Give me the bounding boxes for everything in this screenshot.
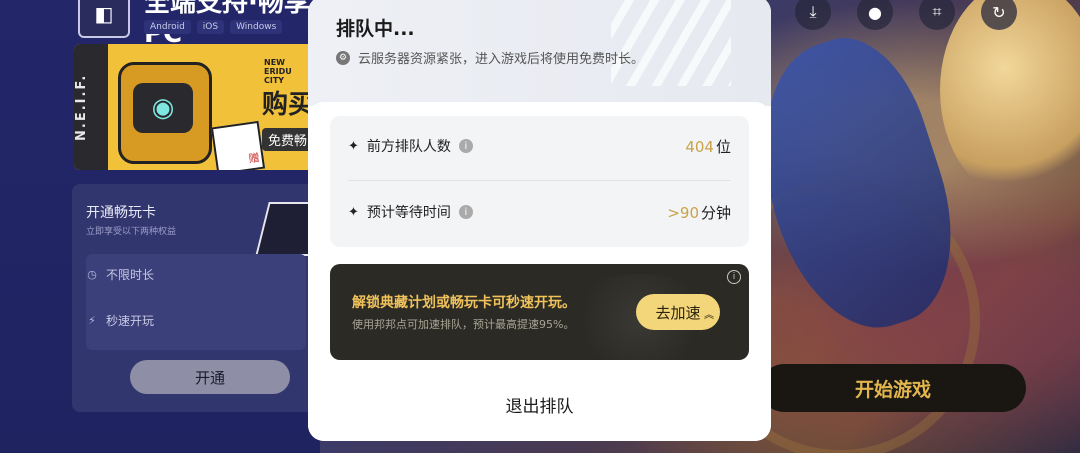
divider [348,180,731,181]
sparkle-icon: ✦ [348,138,359,154]
lightning-icon: ⚡ [88,314,96,327]
wait-time-row: ✦ 预计等待时间 i >90 分钟 [348,182,731,242]
benefit-item: ◷ 不限时长 [86,266,154,283]
promo-subtitle: 使用邦邦点可加速排队，预计最高提速95%。 [352,318,575,331]
queue-position-value: 404 [685,137,714,156]
dialog-title: 排队中... [336,18,415,40]
top-toolbar: ⤓ ● ⌗ ↻ [795,0,1017,30]
queue-stats: ✦ 前方排队人数 i 404 位 ✦ 预计等待时间 i >90 分钟 [330,116,749,247]
info-icon[interactable]: i [727,270,741,284]
user-icon[interactable]: ● [857,0,893,30]
start-game-button[interactable]: 开始游戏 [760,364,1026,412]
dialog-body: ✦ 前方排队人数 i 404 位 ✦ 预计等待时间 i >90 分钟 i 解锁典… [308,102,771,441]
queue-position-unit: 位 [715,137,731,156]
server-notice: ⚙ 云服务器资源紧张，进入游戏后将使用免费时长。 [336,48,644,67]
chevron-up-icon: ︽ [704,310,714,321]
platform-android: Android [144,20,191,34]
platform-tags: Android iOS Windows [144,20,283,34]
info-icon[interactable]: i [458,205,473,219]
banner-city-text: NEW ERIDU CITY [264,58,292,85]
queue-dialog: 排队中... ⚙ 云服务器资源紧张，进入游戏后将使用免费时长。 ✦ 前方排队人数… [308,0,771,441]
pass-card: 开通畅玩卡 立即享受以下两种权益 ◷ 不限时长 ⚡ 秒速开玩 开通 [72,184,333,412]
app-logo-icon: ◧ [78,0,130,38]
exit-queue-button[interactable]: 退出排队 [308,392,771,417]
refresh-icon[interactable]: ↻ [981,0,1017,30]
server-notice-text: 云服务器资源紧张，进入游戏后将使用免费时长。 [358,52,645,67]
bangboo-mascot-image: ◉ [118,62,212,164]
info-icon[interactable]: i [458,139,473,153]
promo-title: 解锁典藏计划或畅玩卡可秒速开玩。 [352,295,576,311]
wait-time-value: >90 [667,203,699,222]
pass-card-title: 开通畅玩卡 [86,205,156,221]
benefit-label: 秒速开玩 [106,314,155,328]
scan-icon[interactable]: ⌗ [919,0,955,30]
banner-buy-text: 购买 [262,90,314,120]
platform-ios: iOS [196,20,225,34]
promo-banner[interactable]: N.E.I.F. ◉ 赠 NEW ERIDU CITY 购买 免费畅 [74,44,314,170]
cloud-status-icon: ⚙ [336,50,350,65]
open-pass-button[interactable]: 开通 [130,360,290,394]
download-icon[interactable]: ⤓ [795,0,831,30]
gift-tag: 赠 [210,120,266,170]
banner-strip: N.E.I.F. [74,44,108,170]
pass-card-subtitle: 立即享受以下两种权益 [86,227,177,237]
benefit-label: 不限时长 [106,268,155,282]
queue-position-row: ✦ 前方排队人数 i 404 位 [348,116,731,176]
platform-windows: Windows [230,20,283,34]
left-panel: ◧ 全端支持·畅享PC Android iOS Windows N.E.I.F.… [0,0,333,453]
speedup-promo: i 解锁典藏计划或畅玩卡可秒速开玩。 使用邦邦点可加速排队，预计最高提速95%。… [330,264,749,360]
queue-position-label: 前方排队人数 [366,139,451,155]
wait-time-label: 预计等待时间 [366,205,451,221]
benefit-item: ⚡ 秒速开玩 [86,312,154,329]
sparkle-icon: ✦ [348,204,359,220]
banner-free-text: 免费畅 [262,128,314,151]
clock-icon: ◷ [87,268,97,281]
wait-time-unit: 分钟 [700,203,731,222]
